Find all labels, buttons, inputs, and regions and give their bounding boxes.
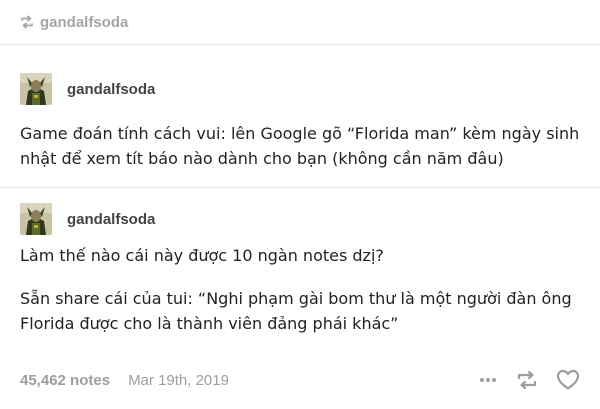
post-divider	[0, 187, 600, 188]
notes-count[interactable]: 45,462 notes	[20, 372, 110, 389]
avatar-icon[interactable]	[20, 203, 52, 235]
post-2-header: gandalfsoda	[20, 203, 155, 235]
reblog-header: gandalfsoda	[20, 11, 128, 33]
post-2-paragraph-1: Làm thế nào cái này được 10 ngàn notes d…	[20, 246, 384, 265]
post-actions	[478, 369, 580, 391]
post-1-username-link[interactable]: gandalfsoda	[67, 81, 155, 98]
post-date[interactable]: Mar 19th, 2019	[128, 372, 229, 389]
post-1-header: gandalfsoda	[20, 73, 155, 105]
like-heart-icon[interactable]	[556, 369, 580, 391]
header-divider	[0, 44, 600, 45]
post-footer: 45,462 notes Mar 19th, 2019	[20, 368, 580, 392]
reblog-username-link[interactable]: gandalfsoda	[40, 14, 128, 31]
avatar-icon[interactable]	[20, 73, 52, 105]
post-2-username-link[interactable]: gandalfsoda	[67, 211, 155, 228]
reblog-icon	[20, 15, 34, 29]
post-2-paragraph-2: Sẵn share cái của tui: “Nghi phạm gài bo…	[20, 289, 572, 333]
post-1-text: Game đoán tính cách vui: lên Google gõ “…	[20, 124, 580, 168]
more-icon[interactable]	[478, 370, 498, 390]
reblog-icon[interactable]	[516, 370, 538, 390]
